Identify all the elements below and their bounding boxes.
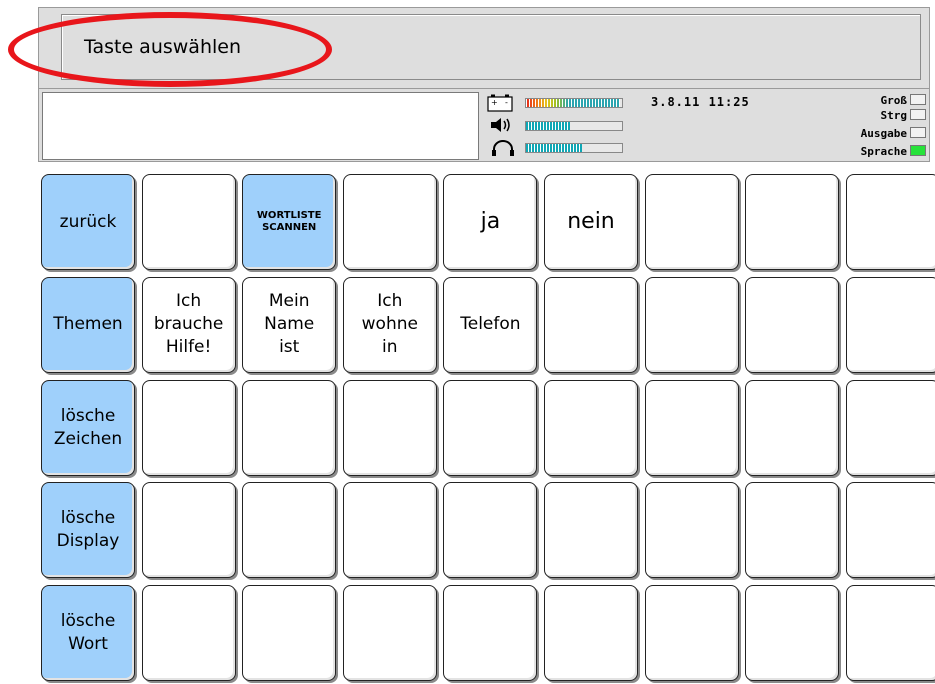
key-r1-c1[interactable]: zurück [41, 174, 135, 270]
status-bar: + - 3.8.11 11:25 Groß Strg Ausgabe Sprac… [38, 88, 930, 162]
flag-label-strg: Strg [880, 109, 908, 122]
key-r5-c4[interactable] [342, 585, 437, 682]
battery-meter-fill [526, 99, 621, 107]
key-r1-c4[interactable] [342, 174, 437, 270]
key-label: Telefon [460, 314, 521, 335]
key-r2-c6[interactable] [544, 276, 638, 373]
key-r4-c5[interactable] [443, 482, 538, 579]
key-r4-c3[interactable] [242, 482, 337, 579]
flag-indicator-strg [910, 109, 926, 120]
battery-icon: + - [487, 94, 513, 112]
highlight-annotation [8, 12, 332, 87]
flag-label-ausgabe: Ausgabe [860, 127, 907, 140]
key-r2-c8[interactable] [745, 276, 840, 373]
flag-label-gross: Groß [880, 94, 908, 107]
key-r5-c3[interactable] [242, 585, 337, 682]
key-r4-c6[interactable] [544, 482, 638, 579]
key-r1-c3[interactable]: WORTLISTE SCANNEN [242, 174, 337, 270]
headphones-icon [492, 140, 514, 156]
key-label: Ich wohne in [361, 291, 418, 358]
key-r2-c3[interactable]: Mein Name ist [242, 276, 337, 373]
key-label: lösche Wort [60, 611, 116, 655]
svg-text:-: - [505, 98, 508, 107]
key-r3-c2[interactable] [141, 379, 236, 476]
key-label: lösche Display [56, 508, 120, 552]
flag-indicator-sprache [910, 145, 926, 156]
flag-indicator-ausgabe [910, 127, 926, 138]
battery-meter [525, 98, 623, 108]
headphone-meter[interactable] [525, 143, 623, 153]
key-r2-c5[interactable]: Telefon [443, 276, 538, 373]
flag-label-sprache: Sprache [860, 145, 907, 158]
key-r5-c6[interactable] [544, 585, 638, 682]
key-r5-c9[interactable] [845, 585, 935, 682]
key-r4-c8[interactable] [745, 482, 840, 579]
key-r4-c1[interactable]: lösche Display [41, 482, 135, 579]
key-r1-c8[interactable] [745, 174, 840, 270]
key-r2-c9[interactable] [845, 276, 935, 373]
key-r2-c1[interactable]: Themen [41, 276, 135, 373]
key-r4-c4[interactable] [342, 482, 437, 579]
key-r1-c2[interactable] [141, 174, 236, 270]
svg-text:+: + [491, 98, 498, 107]
text-display[interactable] [42, 92, 479, 160]
key-r3-c5[interactable] [443, 379, 538, 476]
key-r1-c7[interactable] [644, 174, 739, 270]
key-r1-c9[interactable] [845, 174, 935, 270]
key-r5-c2[interactable] [141, 585, 236, 682]
key-r1-c5[interactable]: ja [443, 174, 538, 270]
key-r3-c1[interactable]: lösche Zeichen [41, 379, 135, 476]
key-r3-c8[interactable] [745, 379, 840, 476]
key-r5-c8[interactable] [745, 585, 840, 682]
key-r5-c1[interactable]: lösche Wort [41, 585, 135, 682]
key-r2-c4[interactable]: Ich wohne in [342, 276, 437, 373]
key-label: zurück [59, 211, 117, 232]
key-r4-c2[interactable] [141, 482, 236, 579]
key-r1-c6[interactable]: nein [544, 174, 638, 270]
volume-meter[interactable] [525, 121, 623, 131]
key-label: ja [480, 209, 501, 235]
key-r3-c4[interactable] [342, 379, 437, 476]
key-r3-c3[interactable] [242, 379, 337, 476]
key-r3-c7[interactable] [644, 379, 739, 476]
key-r5-c7[interactable] [644, 585, 739, 682]
key-r4-c9[interactable] [845, 482, 935, 579]
key-r2-c2[interactable]: Ich brauche Hilfe! [141, 276, 236, 373]
key-r2-c7[interactable] [644, 276, 739, 373]
volume-meter-fill [526, 122, 571, 130]
key-label: Mein Name ist [264, 291, 315, 358]
flag-indicator-gross [910, 94, 926, 105]
key-label: WORTLISTE SCANNEN [256, 210, 322, 233]
key-r3-c6[interactable] [544, 379, 638, 476]
speaker-icon [491, 118, 510, 132]
date-time: 3.8.11 11:25 [651, 95, 750, 109]
headphone-meter-fill [526, 144, 582, 152]
key-grid: zurück WORTLISTE SCANNEN ja nein Themen Ich b… [38, 168, 935, 684]
key-r4-c7[interactable] [644, 482, 739, 579]
key-label: Ich brauche Hilfe! [153, 291, 224, 358]
key-r3-c9[interactable] [845, 379, 935, 476]
key-r5-c5[interactable] [443, 585, 538, 682]
key-label: nein [567, 209, 615, 235]
key-label: lösche Zeichen [53, 405, 123, 449]
key-label: Themen [53, 314, 123, 335]
